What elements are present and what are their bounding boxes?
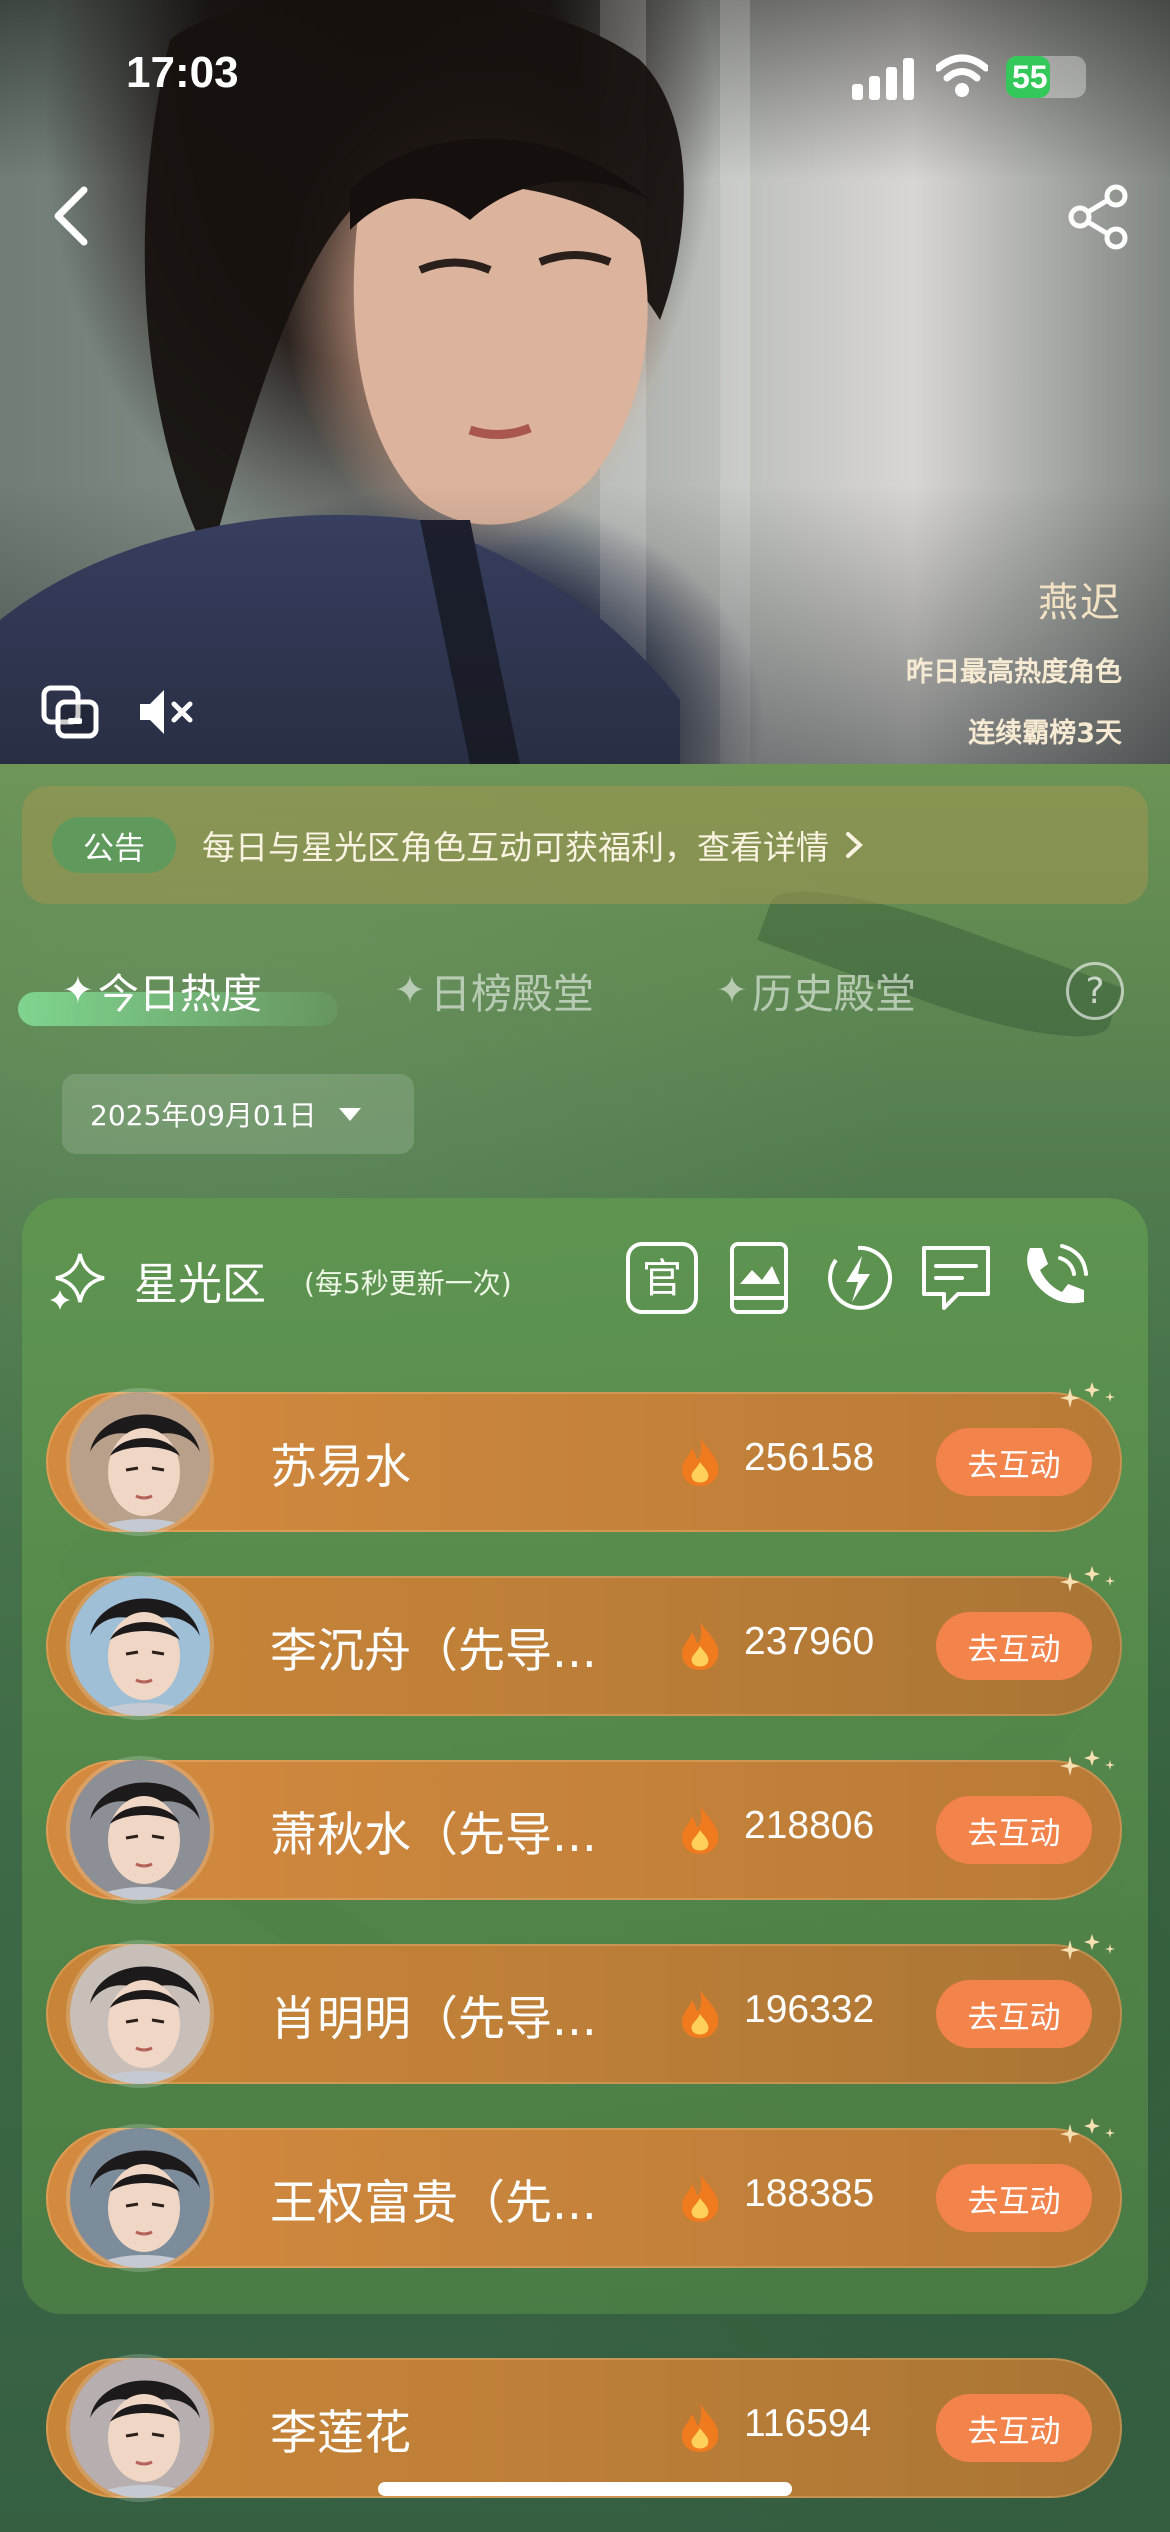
book-icon[interactable] (722, 1240, 798, 1316)
character-name: 李莲花 (270, 2406, 411, 2461)
tab-label: 今日热度 (97, 970, 262, 1018)
share-icon[interactable] (1066, 184, 1132, 250)
tab-history-hall[interactable]: ✦ 历史殿堂 (716, 952, 916, 1028)
pip-icon[interactable] (40, 684, 100, 740)
battery-percent: 55 (1012, 59, 1048, 95)
character-name: 苏易水 (270, 1440, 411, 1495)
tab-label: 历史殿堂 (751, 970, 916, 1018)
character-name: 萧秋水（先导... (270, 1808, 597, 1863)
battery-icon: 55 (1006, 56, 1086, 98)
official-icon[interactable]: 官 (624, 1240, 700, 1316)
interact-button[interactable]: 去互动 (936, 1980, 1092, 2048)
announcement-text: 每日与星光区角色互动可获福利，查看详情 (202, 828, 829, 867)
heat-score: 188385 (744, 2172, 875, 2215)
lightning-icon[interactable] (820, 1240, 896, 1316)
ranking-row[interactable]: 李莲花 116594 去互动 (46, 2354, 1122, 2502)
character-name: 肖明明（先导... (270, 1992, 597, 2047)
avatar[interactable] (66, 1940, 214, 2088)
wifi-icon (936, 54, 988, 97)
announcement-tag: 公告 (52, 817, 176, 873)
heat-score: 196332 (744, 1988, 875, 2031)
cellular-signal-icon (852, 58, 914, 100)
date-value: 2025年09月01日 (90, 1099, 317, 1132)
interact-button[interactable]: 去互动 (936, 1796, 1092, 1864)
ranking-row[interactable]: 萧秋水（先导... 218806 去互动 (46, 1750, 1122, 1904)
phone-icon[interactable] (1016, 1240, 1092, 1316)
sparkle-icon: ✦ (394, 968, 426, 1012)
fire-icon (682, 1622, 719, 1670)
heat-score: 218806 (744, 1804, 875, 1847)
heat-score: 256158 (744, 1436, 875, 1479)
svg-text:官: 官 (642, 1256, 682, 1302)
panel-update-note: (每5秒更新一次) (304, 1267, 512, 1300)
hero-character-name: 燕迟 (1038, 580, 1122, 626)
date-picker[interactable]: 2025年09月01日 (62, 1074, 414, 1154)
chevron-right-icon (846, 832, 863, 858)
status-time: 17:03 (126, 48, 239, 97)
ranking-tabs: ✦ 今日热度 ✦ 日榜殿堂 ✦ 历史殿堂 (0, 952, 1170, 1028)
tab-label: 日榜殿堂 (429, 970, 594, 1018)
tab-daily-hall[interactable]: ✦ 日榜殿堂 (394, 952, 594, 1028)
sparkle-icon: ✦ (62, 968, 94, 1012)
interact-button[interactable]: 去互动 (936, 2164, 1092, 2232)
interact-button[interactable]: 去互动 (936, 2394, 1092, 2462)
heat-score: 116594 (744, 2402, 872, 2445)
status-bar: 17:03 55 (0, 0, 1170, 150)
fire-icon (682, 2174, 719, 2222)
sparkle-icon: ✦ (716, 968, 748, 1012)
help-icon[interactable]: ? (1066, 962, 1124, 1020)
ranking-row[interactable]: 苏易水 256158 去互动 (46, 1382, 1122, 1536)
sparkle-icon (1060, 1750, 1115, 1776)
ranking-row[interactable]: 肖明明（先导... 196332 去互动 (46, 1934, 1122, 2088)
message-icon[interactable] (918, 1240, 994, 1316)
ranking-row[interactable]: 李沉舟（先导... 237960 去互动 (46, 1566, 1122, 1720)
back-icon[interactable] (46, 184, 96, 248)
fire-icon (682, 1438, 719, 1486)
sparkle-icon (1060, 1382, 1115, 1408)
interact-button[interactable]: 去互动 (936, 1612, 1092, 1680)
avatar[interactable] (66, 1756, 214, 1904)
avatar[interactable] (66, 2124, 214, 2272)
panel-header: 星光区 (每5秒更新一次) 官 (22, 1198, 1148, 1358)
heat-score: 237960 (744, 1620, 875, 1663)
character-name: 王权富贵（先... (270, 2176, 597, 2231)
sparkle-icon (1060, 1566, 1115, 1592)
hero-subtitle: 昨日最高热度角色 (906, 657, 1122, 688)
announcement-bar[interactable]: 公告 每日与星光区角色互动可获福利，查看详情 (22, 786, 1148, 904)
avatar[interactable] (66, 1388, 214, 1536)
fire-icon (682, 1990, 719, 2038)
mute-icon[interactable] (136, 684, 196, 740)
sparkle-icon (1060, 1934, 1115, 1960)
interact-button[interactable]: 去互动 (936, 1428, 1092, 1496)
avatar[interactable] (66, 2354, 214, 2502)
hero-streak: 连续霸榜3天 (968, 718, 1122, 749)
fire-icon (682, 2404, 719, 2452)
panel-title: 星光区 (134, 1259, 266, 1310)
ranking-row[interactable]: 王权富贵（先... 188385 去互动 (46, 2118, 1122, 2272)
tab-today-heat[interactable]: ✦ 今日热度 (62, 952, 262, 1028)
hero-info: 燕迟 昨日最高热度角色 连续霸榜3天 (906, 570, 1122, 750)
sparkle-icon (1060, 2118, 1115, 2144)
hero-banner: 17:03 55 燕迟 昨日最高热度角色 连续霸榜3天 (0, 0, 1170, 764)
caret-down-icon (338, 1108, 361, 1121)
home-indicator (378, 2482, 792, 2496)
avatar[interactable] (66, 1572, 214, 1720)
fire-icon (682, 1806, 719, 1854)
character-name: 李沉舟（先导... (270, 1624, 597, 1679)
sparkle-icon (50, 1253, 105, 1310)
